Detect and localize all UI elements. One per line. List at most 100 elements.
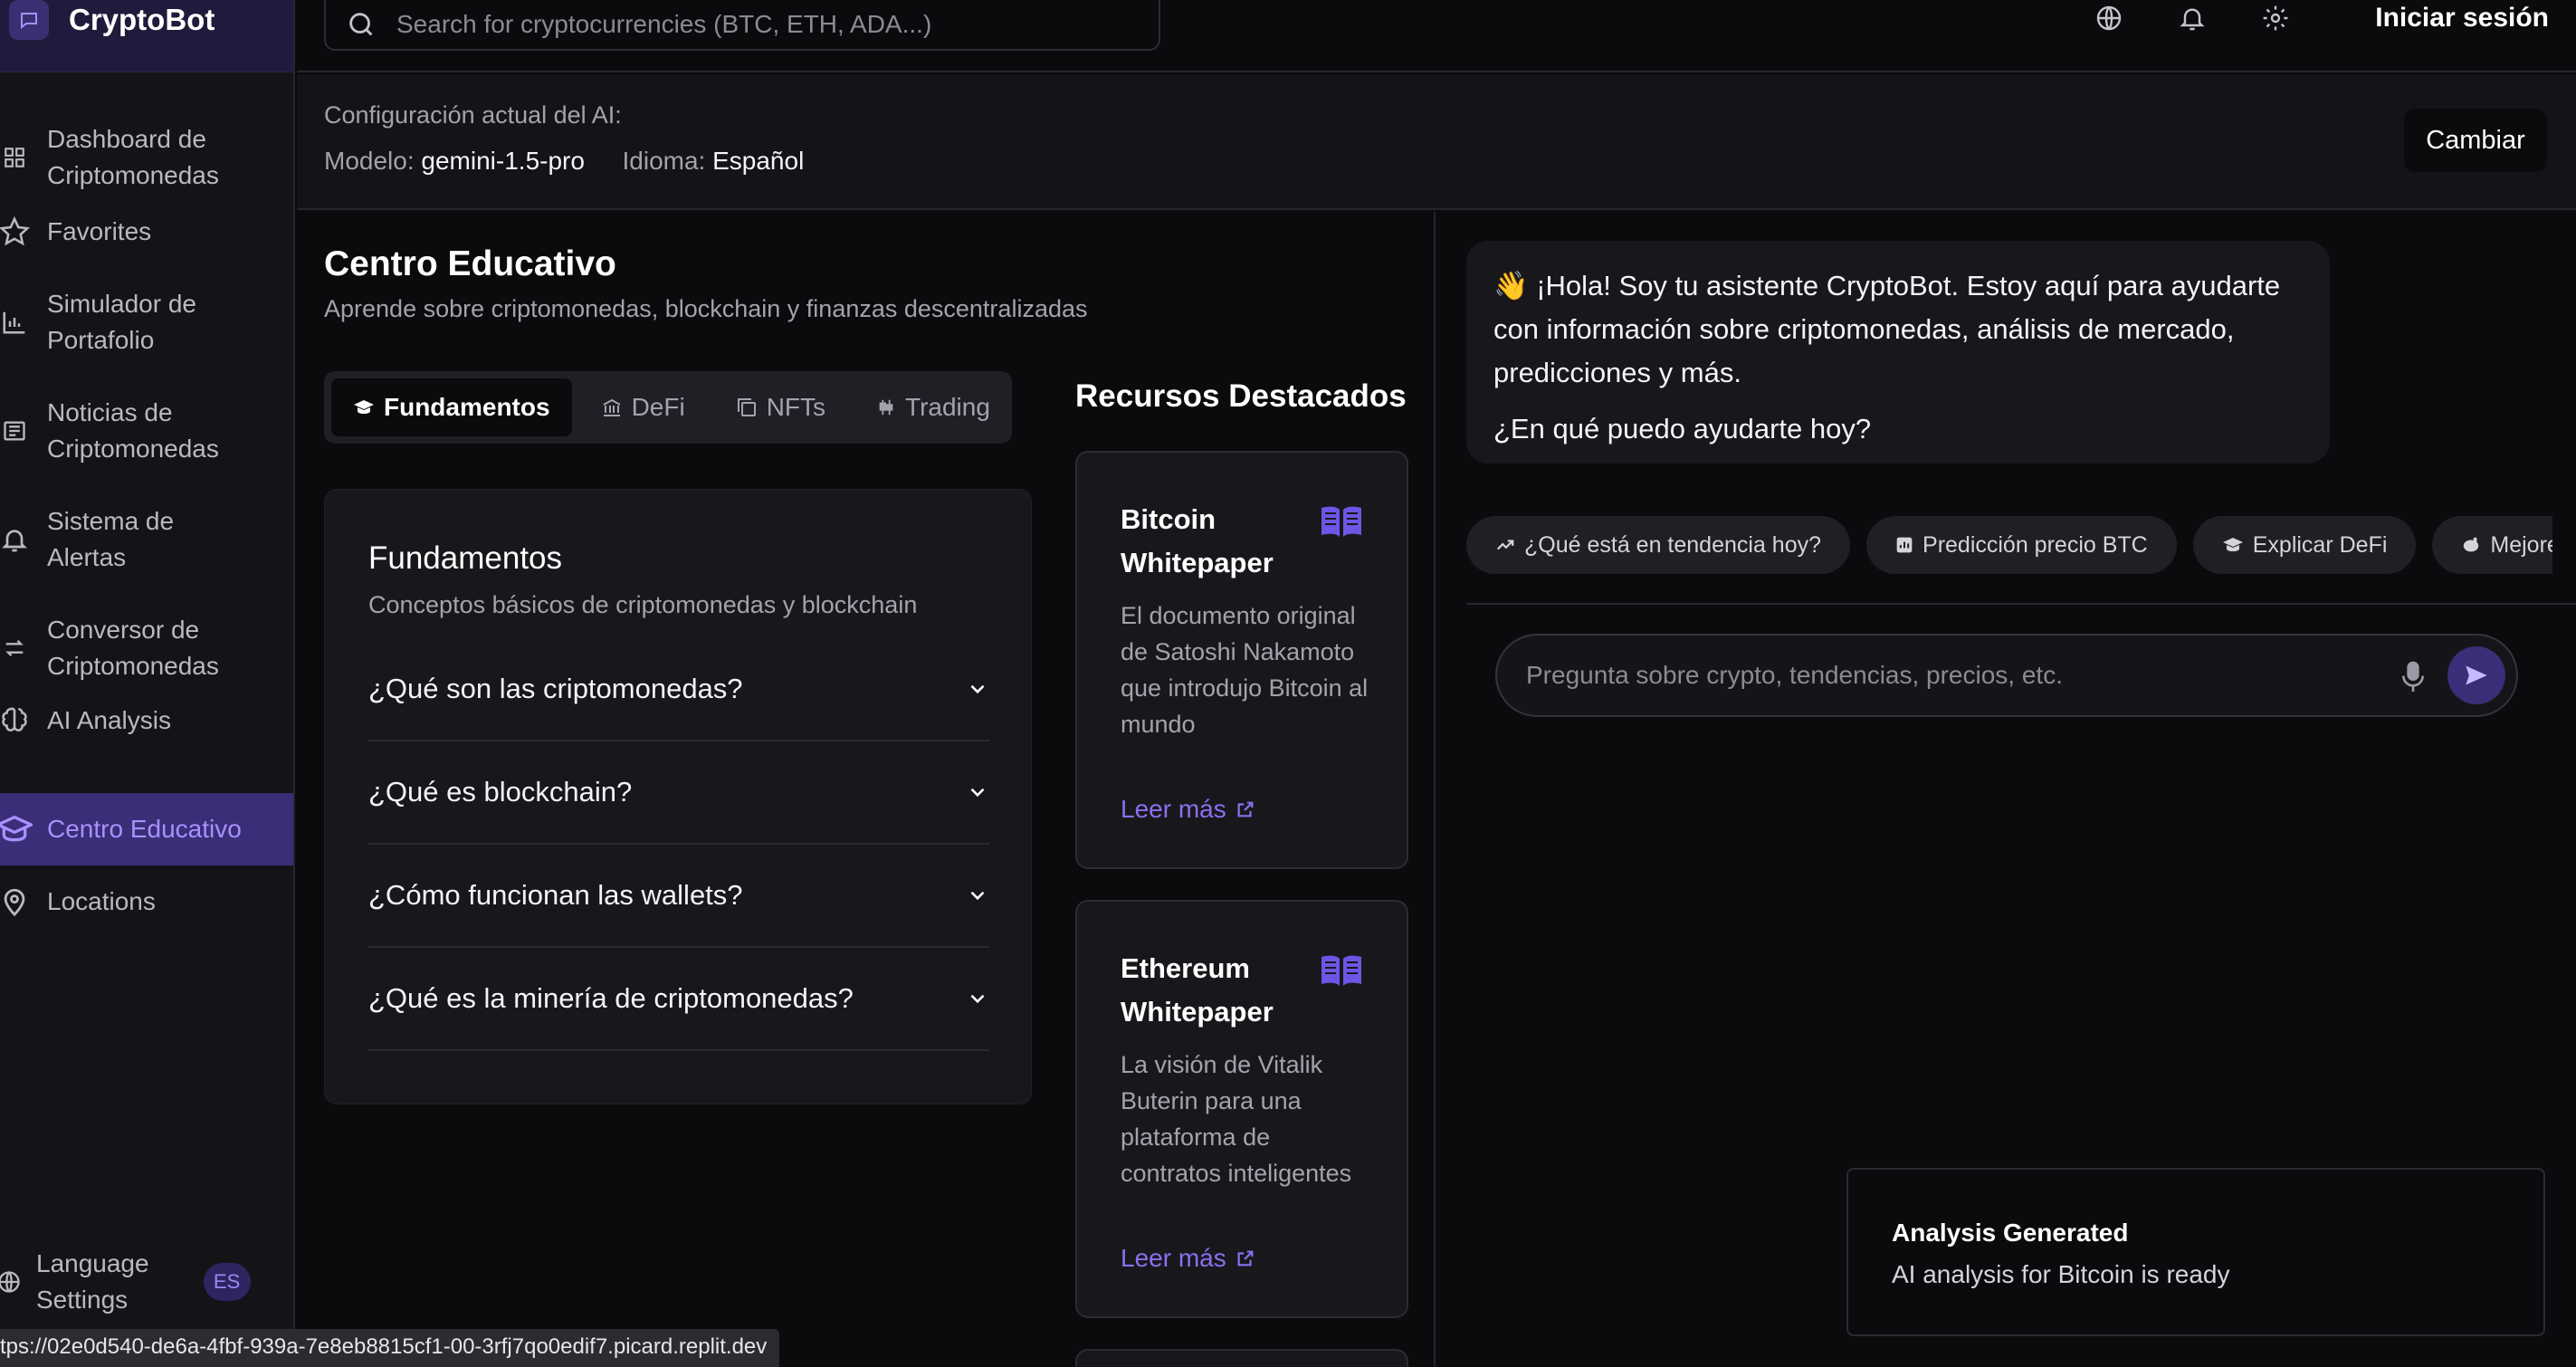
- chip-label: ¿Qué está en tendencia hoy?: [1524, 531, 1822, 558]
- chat-input-placeholder: Pregunta sobre crypto, tendencias, preci…: [1526, 661, 2063, 689]
- resource-card: [1075, 1349, 1408, 1367]
- language-badge: ES: [203, 1263, 251, 1301]
- tab-trading[interactable]: Trading: [854, 378, 1012, 436]
- suggestion-chip[interactable]: Explicar DeFi: [2192, 516, 2417, 574]
- brain-icon: [0, 703, 33, 739]
- notification-toast[interactable]: Analysis Generated AI analysis for Bitco…: [1846, 1168, 2545, 1336]
- search-icon: [346, 0, 377, 40]
- read-more-link[interactable]: Leer más: [1121, 1244, 1255, 1273]
- card-title: Fundamentos: [368, 540, 563, 576]
- chevron-down-icon: [966, 884, 989, 907]
- tab-label: Fundamentos: [384, 393, 550, 421]
- trending-up-icon: [1495, 535, 1515, 555]
- sidebar-item-locations[interactable]: Locations: [0, 884, 293, 920]
- resource-card: Ethereum Whitepaper La visión de Vitalik…: [1075, 900, 1408, 1318]
- accordion-item[interactable]: ¿Qué es la minería de criptomonedas?: [368, 948, 989, 1051]
- greeting-question: ¿En qué puedo ayudarte hoy?: [1493, 413, 1872, 445]
- suggestion-chips: ¿Qué está en tendencia hoy? Predicción p…: [1466, 516, 2552, 574]
- tab-label: Trading: [905, 393, 990, 421]
- map-pin-icon: [0, 884, 33, 920]
- graduation-cap-icon: [0, 811, 33, 847]
- external-link-icon: [1236, 1248, 1255, 1268]
- sidebar-item-education[interactable]: Centro Educativo: [0, 793, 293, 865]
- sidebar-item-label: Centro Educativo: [47, 815, 242, 843]
- language-label: Idioma:: [622, 147, 706, 175]
- accordion-question: ¿Qué es blockchain?: [368, 776, 633, 808]
- globe-icon[interactable]: [2094, 4, 2123, 33]
- graduation-cap-icon: [353, 398, 375, 416]
- chip-label: Predicción precio BTC: [1922, 531, 2148, 558]
- read-more-link[interactable]: Leer más: [1121, 795, 1255, 824]
- sidebar-item-ai-analysis[interactable]: AI Analysis: [0, 703, 293, 739]
- tab-label: NFTs: [766, 393, 826, 421]
- link-label: Leer más: [1121, 1244, 1226, 1272]
- sidebar: CryptoBot Dashboard de Criptomonedas Favo…: [0, 0, 295, 1367]
- chevron-down-icon: [966, 780, 989, 804]
- tab-nfts[interactable]: NFTs: [714, 378, 847, 436]
- sidebar-item-converter[interactable]: Conversor de Criptomonedas: [0, 612, 293, 684]
- education-center: Centro Educativo Aprende sobre criptomon…: [297, 212, 1436, 1367]
- dashboard-icon: [0, 139, 33, 176]
- resource-description: El documento original de Satoshi Nakamot…: [1121, 602, 1369, 738]
- chip-label: Mejore: [2490, 531, 2552, 558]
- gear-icon[interactable]: [2261, 4, 2290, 33]
- sidebar-item-dashboard[interactable]: Dashboard de Criptomonedas: [0, 121, 293, 194]
- sidebar-item-portfolio-simulator[interactable]: Simulador de Portafolio: [0, 286, 293, 358]
- chip-label: Explicar DeFi: [2252, 531, 2388, 558]
- accordion-item[interactable]: ¿Cómo funcionan las wallets?: [368, 845, 989, 948]
- accordion-question: ¿Qué son las criptomonedas?: [368, 673, 743, 704]
- bank-icon: [601, 397, 623, 418]
- toast-title: Analysis Generated: [1892, 1219, 2129, 1247]
- chat-input[interactable]: Pregunta sobre crypto, tendencias, preci…: [1495, 634, 2518, 717]
- model-value: gemini-1.5-pro: [421, 147, 585, 175]
- sidebar-item-alerts[interactable]: Sistema de Alertas: [0, 503, 293, 576]
- status-bar-url: tps://02e0d540-de6a-4fbf-939a-7e8eb8815c…: [0, 1329, 780, 1367]
- sidebar-item-label: Locations: [47, 887, 156, 915]
- config-values: Modelo: gemini-1.5-pro Idioma: Español: [324, 147, 804, 176]
- accordion-item[interactable]: ¿Qué son las criptomonedas?: [368, 638, 989, 741]
- greeting-text: 👋 ¡Hola! Soy tu asistente CryptoBot. Est…: [1493, 270, 2281, 388]
- tab-defi[interactable]: DeFi: [579, 378, 707, 436]
- sidebar-item-news[interactable]: Noticias de Criptomonedas: [0, 395, 293, 467]
- change-config-button[interactable]: Cambiar: [2404, 109, 2547, 172]
- sidebar-item-label: Dashboard de Criptomonedas: [47, 125, 219, 189]
- page-subtitle: Aprende sobre criptomonedas, blockchain …: [324, 295, 1088, 322]
- chevron-down-icon: [966, 677, 989, 701]
- language-value: Español: [712, 147, 805, 175]
- copy-icon: [736, 397, 758, 418]
- divider: [1466, 603, 2576, 605]
- sidebar-item-favorites[interactable]: Favorites: [0, 214, 293, 250]
- language-settings-label: Language Settings: [36, 1249, 149, 1314]
- topbar-actions: Iniciar sesión: [2094, 0, 2549, 36]
- language-settings[interactable]: Language Settings ES: [0, 1246, 293, 1318]
- sidebar-item-label: Conversor de Criptomonedas: [47, 616, 219, 680]
- brand[interactable]: CryptoBot: [0, 0, 293, 72]
- assistant-message: 👋 ¡Hola! Soy tu asistente CryptoBot. Est…: [1466, 241, 2330, 464]
- card-subtitle: Conceptos básicos de criptomonedas y blo…: [368, 591, 918, 618]
- arrows-exchange-icon: [0, 630, 33, 666]
- candlestick-icon: [876, 397, 896, 418]
- search-input[interactable]: Search for cryptocurrencies (BTC, ETH, A…: [324, 0, 1160, 51]
- accordion-item[interactable]: ¿Qué es blockchain?: [368, 741, 989, 845]
- send-button[interactable]: [2447, 646, 2505, 704]
- login-button[interactable]: Iniciar sesión: [2375, 3, 2549, 33]
- tab-fundamentos[interactable]: Fundamentos: [331, 378, 572, 436]
- search-placeholder: Search for cryptocurrencies (BTC, ETH, A…: [396, 10, 932, 38]
- page-title: Centro Educativo: [324, 244, 616, 283]
- sidebar-item-label: AI Analysis: [47, 706, 171, 734]
- ai-config-bar: Configuración actual del AI: Modelo: gem…: [297, 74, 2576, 210]
- sidebar-item-label: Favorites: [47, 217, 152, 245]
- notification-bell-icon[interactable]: [2178, 4, 2207, 33]
- suggestion-chip[interactable]: ¿Qué está en tendencia hoy?: [1466, 516, 1851, 574]
- microphone-icon[interactable]: [2399, 659, 2428, 695]
- bar-chart-icon: [0, 304, 33, 340]
- app-name: CryptoBot: [69, 2, 215, 36]
- bell-icon: [0, 521, 33, 558]
- suggestion-chip[interactable]: Predicción precio BTC: [1866, 516, 2177, 574]
- accordion-question: ¿Qué es la minería de criptomonedas?: [368, 982, 854, 1014]
- sidebar-item-label: Sistema de Alertas: [47, 507, 175, 571]
- suggestion-chip[interactable]: Mejore: [2432, 516, 2552, 574]
- piggy-bank-icon: [2461, 535, 2481, 555]
- chat-bubble-icon: [9, 0, 49, 40]
- globe-icon: [0, 1269, 22, 1295]
